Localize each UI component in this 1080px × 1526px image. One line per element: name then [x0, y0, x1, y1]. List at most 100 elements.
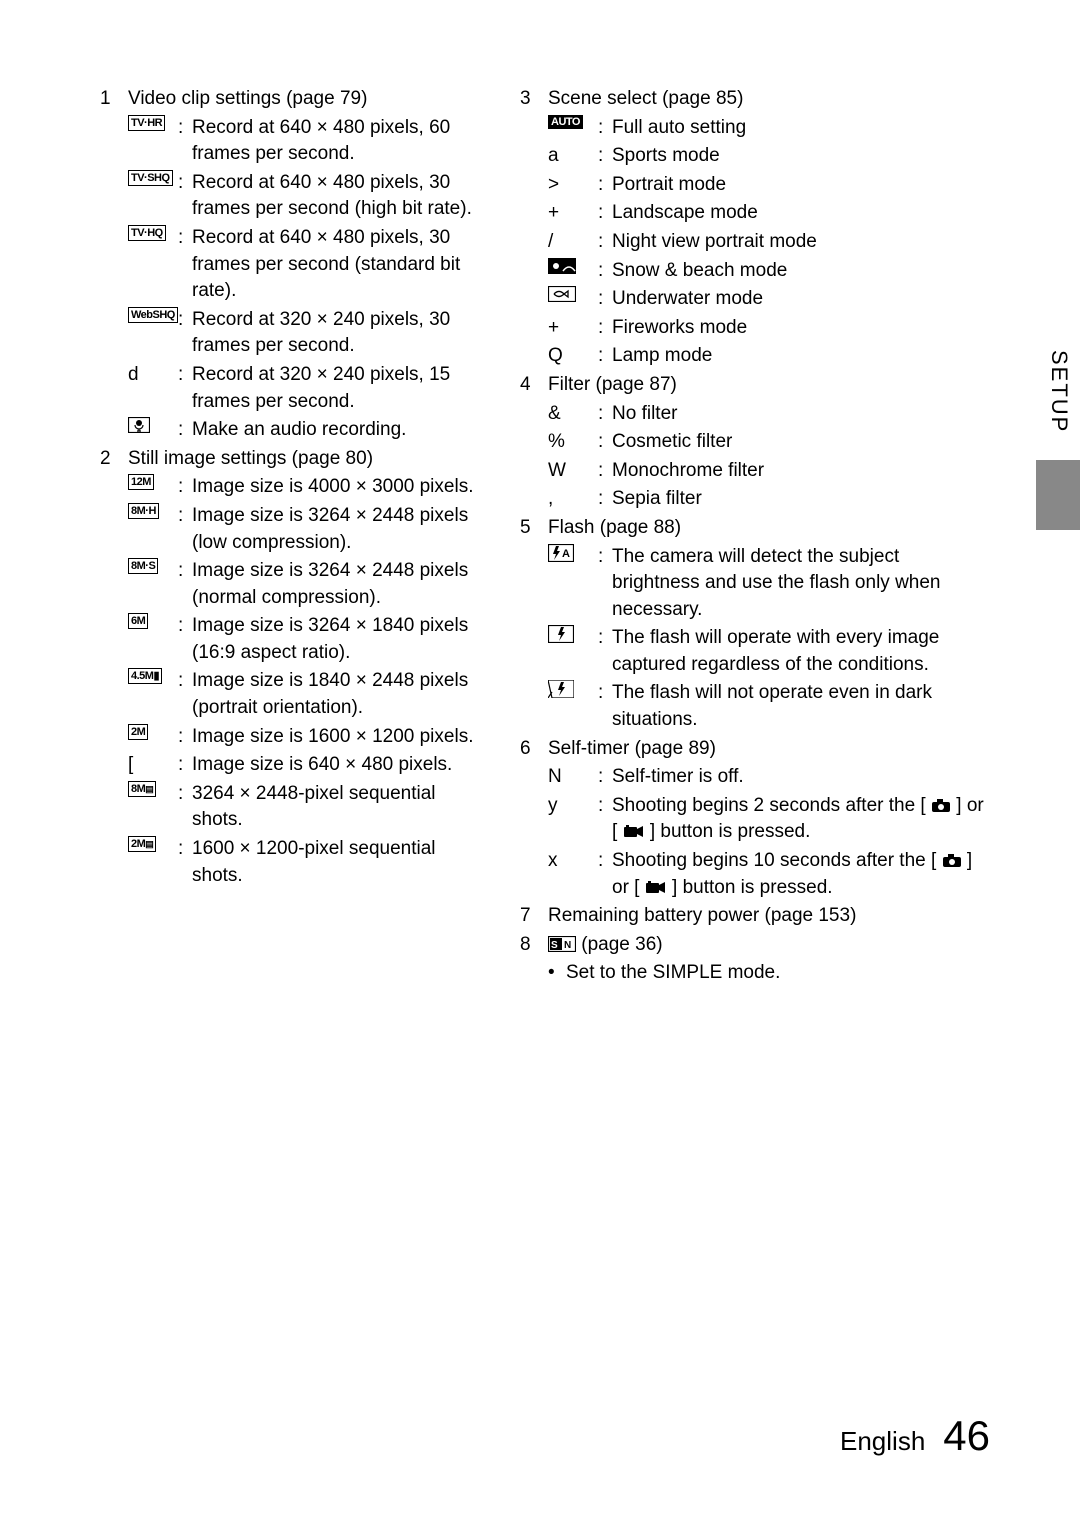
bullet-text: Set to the SIMPLE mode. — [566, 960, 780, 987]
side-tab: SETUP — [1036, 340, 1080, 540]
section-heading: 5 Flash (page 88) — [520, 515, 990, 542]
setting-symbol — [548, 680, 598, 698]
colon: : — [598, 286, 612, 313]
setting-item: : The flash will operate with every imag… — [548, 625, 990, 678]
setting-symbol: W — [548, 458, 598, 485]
colon: : — [178, 558, 192, 585]
setting-item: [ : Image size is 640 × 480 pixels. — [128, 752, 490, 779]
colon: : — [178, 668, 192, 695]
section-heading: 8 SN (page 36) — [520, 932, 990, 959]
setting-symbol: > — [548, 172, 598, 199]
setting-description: Night view portrait mode — [612, 229, 990, 256]
colon: : — [178, 752, 192, 779]
section-heading: 1 Video clip settings (page 79) — [100, 86, 490, 113]
setting-symbol: + — [548, 315, 598, 342]
setting-symbol — [128, 417, 178, 433]
setting-description: Underwater mode — [612, 286, 990, 313]
setting-symbol: + — [548, 200, 598, 227]
setting-description: Record at 320 × 240 pixels, 15 frames pe… — [192, 362, 490, 415]
section-items: A : The camera will detect the subject b… — [520, 544, 990, 734]
setting-description: Record at 640 × 480 pixels, 30 frames pe… — [192, 170, 490, 223]
section-number: 1 — [100, 86, 128, 113]
setting-description: The camera will detect the subject brigh… — [612, 544, 990, 624]
colon: : — [178, 307, 192, 334]
left-column: 1 Video clip settings (page 79) TV·HR : … — [100, 86, 490, 987]
setting-item: % : Cosmetic filter — [548, 429, 990, 456]
colon: : — [598, 258, 612, 285]
colon: : — [178, 724, 192, 751]
setting-description: Snow & beach mode — [612, 258, 990, 285]
section-title: Remaining battery power (page 153) — [548, 903, 990, 930]
right-column: 3 Scene select (page 85) AUTO : Full aut… — [520, 86, 990, 987]
setting-item: a : Sports mode — [548, 143, 990, 170]
setting-description: Image size is 3264 × 1840 pixels (16:9 a… — [192, 613, 490, 666]
section-title: Filter (page 87) — [548, 372, 990, 399]
setting-symbol: [ — [128, 752, 178, 779]
setting-symbol: 2M▤ — [128, 836, 178, 852]
setting-item: TV·HR : Record at 640 × 480 pixels, 60 f… — [128, 115, 490, 168]
setting-symbol: N — [548, 764, 598, 791]
colon: : — [598, 544, 612, 571]
setting-description: 3264 × 2448-pixel sequential shots. — [192, 781, 490, 834]
setting-symbol: 8M▤ — [128, 781, 178, 797]
colon: : — [598, 143, 612, 170]
footer: English 46 — [840, 1407, 990, 1466]
setting-description: Fireworks mode — [612, 315, 990, 342]
colon: : — [598, 401, 612, 428]
setting-symbol: x — [548, 848, 598, 875]
colon: : — [598, 115, 612, 142]
section-items: AUTO : Full auto setting a : Sports mode… — [520, 115, 990, 370]
setting-symbol: 6M — [128, 613, 178, 629]
setting-item: + : Fireworks mode — [548, 315, 990, 342]
colon: : — [598, 343, 612, 370]
svg-text:A: A — [562, 548, 570, 560]
setting-description: Record at 640 × 480 pixels, 30 frames pe… — [192, 225, 490, 305]
setting-description: Monochrome filter — [612, 458, 990, 485]
setting-item: / : Night view portrait mode — [548, 229, 990, 256]
section-title: Self-timer (page 89) — [548, 736, 990, 763]
colon: : — [598, 764, 612, 791]
setting-item: : The flash will not operate even in dar… — [548, 680, 990, 733]
setting-item: 2M▤ : 1600 × 1200-pixel sequential shots… — [128, 836, 490, 889]
setting-item: : Snow & beach mode — [548, 258, 990, 285]
section-items: 12M : Image size is 4000 × 3000 pixels. … — [100, 474, 490, 889]
colon: : — [598, 200, 612, 227]
setting-symbol: a — [548, 143, 598, 170]
setting-item: 2M : Image size is 1600 × 1200 pixels. — [128, 724, 490, 751]
setting-symbol: & — [548, 401, 598, 428]
section-number: 5 — [520, 515, 548, 542]
setting-symbol: / — [548, 229, 598, 256]
setting-item: A : The camera will detect the subject b… — [548, 544, 990, 624]
setting-description: The flash will not operate even in dark … — [612, 680, 990, 733]
page-content: 1 Video clip settings (page 79) TV·HR : … — [0, 0, 1080, 1037]
setting-item: 8M·S : Image size is 3264 × 2448 pixels … — [128, 558, 490, 611]
setting-description: Shooting begins 10 seconds after the [ ]… — [612, 848, 990, 901]
colon: : — [598, 680, 612, 707]
section-title: SN (page 36) — [548, 932, 990, 959]
colon: : — [178, 474, 192, 501]
colon: : — [598, 429, 612, 456]
section-title: Scene select (page 85) — [548, 86, 990, 113]
setting-item: 4.5M▮ : Image size is 1840 × 2448 pixels… — [128, 668, 490, 721]
setting-description: The flash will operate with every image … — [612, 625, 990, 678]
svg-text:S: S — [551, 940, 558, 951]
setting-item: x : Shooting begins 10 seconds after the… — [548, 848, 990, 901]
setting-description: Make an audio recording. — [192, 417, 490, 444]
setting-item: WebSHQ : Record at 320 × 240 pixels, 30 … — [128, 307, 490, 360]
setting-item: TV·SHQ : Record at 640 × 480 pixels, 30 … — [128, 170, 490, 223]
setting-symbol — [548, 286, 598, 302]
colon: : — [178, 170, 192, 197]
setting-item: , : Sepia filter — [548, 486, 990, 513]
section-number: 8 — [520, 932, 548, 959]
colon: : — [178, 362, 192, 389]
side-tab-label: SETUP — [1043, 350, 1074, 433]
setting-description: 1600 × 1200-pixel sequential shots. — [192, 836, 490, 889]
svg-text:N: N — [564, 940, 571, 951]
setting-description: Image size is 1600 × 1200 pixels. — [192, 724, 490, 751]
setting-item: 6M : Image size is 3264 × 1840 pixels (1… — [128, 613, 490, 666]
setting-item: AUTO : Full auto setting — [548, 115, 990, 142]
setting-symbol: TV·SHQ — [128, 170, 178, 186]
setting-description: Image size is 3264 × 2448 pixels (normal… — [192, 558, 490, 611]
setting-description: Sepia filter — [612, 486, 990, 513]
setting-symbol: A — [548, 544, 598, 562]
